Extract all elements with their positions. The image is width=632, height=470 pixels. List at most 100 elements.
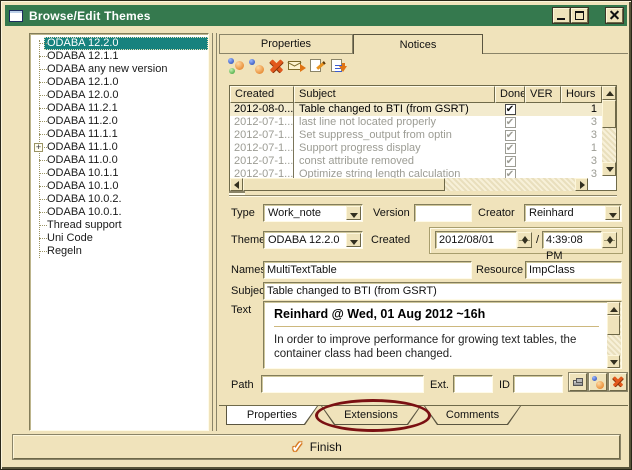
chevron-down-icon[interactable] <box>605 206 620 220</box>
tree-item[interactable]: ODABA 12.2.0 <box>44 37 208 50</box>
scroll-down-button[interactable] <box>607 355 620 368</box>
time-spinner[interactable] <box>602 232 617 248</box>
window-icon <box>9 10 23 22</box>
column-header-subject[interactable]: Subject <box>294 86 495 103</box>
table-row[interactable]: 2012-07-1... Set suppress_output from op… <box>230 129 602 142</box>
delete-note-button[interactable] <box>268 57 286 75</box>
tree-item[interactable]: +ODABA 11.1.0 <box>44 141 208 154</box>
tree-item[interactable]: ODABA 11.2.1 <box>44 102 208 115</box>
scroll-up-button[interactable] <box>602 86 616 100</box>
subject-field[interactable] <box>263 282 622 300</box>
tree-item[interactable]: ODABA 11.1.1 <box>44 128 208 141</box>
close-button[interactable] <box>606 8 623 23</box>
table-row[interactable]: 2012-07-1... const attribute removed ✔ 3 <box>230 155 602 168</box>
bottom-tab-comments[interactable]: Comments <box>424 406 521 425</box>
version-field[interactable] <box>414 204 472 222</box>
bottom-tab-extensions[interactable]: Extensions <box>321 406 421 425</box>
tree-item[interactable]: ODABA 11.0.0 <box>44 154 208 167</box>
clear-path-button[interactable] <box>609 373 627 391</box>
table-row[interactable]: 2012-07-1... last line not located prope… <box>230 116 602 129</box>
done-checkbox[interactable]: ✔ <box>505 117 516 128</box>
creator-combobox[interactable]: Reinhard <box>524 204 622 222</box>
add-note-button[interactable] <box>227 57 245 75</box>
path-label: Path <box>231 379 254 391</box>
link-node-icon <box>249 59 255 65</box>
scroll-left-button[interactable] <box>230 178 243 191</box>
table-row[interactable]: 2012-07-1... Optimize string length calc… <box>230 168 602 178</box>
created-time-field[interactable]: 4:39:08 PM <box>542 231 602 249</box>
theme-combobox[interactable]: ODABA 12.2.0 <box>263 231 363 249</box>
table-header: Created Subject Done VER Hours <box>230 86 602 103</box>
table-row[interactable]: 2012-07-1... Support progress display ✔ … <box>230 142 602 155</box>
open-path-button[interactable] <box>569 373 587 391</box>
finish-button[interactable]: ✓ Finish <box>13 435 620 459</box>
column-header-ver[interactable]: VER <box>525 86 561 103</box>
table-row[interactable]: 2012-08-0... Table changed to BTI (from … <box>230 103 602 116</box>
maximize-button[interactable] <box>571 8 588 23</box>
text-editor[interactable]: Reinhard @ Wed, 01 Aug 2012 ~16h In orde… <box>263 301 622 369</box>
tree-item[interactable]: ODABA 10.1.0 <box>44 180 208 193</box>
tree-item[interactable]: Thread support <box>44 219 208 232</box>
id-label: ID <box>499 379 510 391</box>
scrollbar-thumb[interactable] <box>602 100 616 128</box>
device-icon <box>573 380 583 386</box>
tree-item[interactable]: ODABA 12.1.1 <box>44 50 208 63</box>
type-combobox[interactable]: Work_note <box>263 204 363 222</box>
chevron-down-icon[interactable] <box>346 206 361 220</box>
chevron-down-icon[interactable] <box>346 233 361 247</box>
tab-notices[interactable]: Notices <box>353 34 483 54</box>
edit-note-button[interactable] <box>309 57 327 75</box>
scrollbar-thumb[interactable] <box>243 178 445 191</box>
export-note-button[interactable] <box>330 57 348 75</box>
scroll-down-button[interactable] <box>602 162 616 176</box>
tree-item[interactable]: ODABA 12.0.0 <box>44 89 208 102</box>
link-note-button[interactable] <box>248 57 266 75</box>
ext-field[interactable] <box>453 375 493 393</box>
maximize-icon <box>575 11 584 20</box>
date-time-separator: / <box>536 234 539 246</box>
resource-field[interactable] <box>525 261 622 279</box>
text-divider <box>274 326 599 327</box>
done-checkbox[interactable]: ✔ <box>505 169 516 178</box>
column-header-created[interactable]: Created <box>230 86 294 103</box>
tree-item[interactable]: Regeln <box>44 245 208 258</box>
table-horizontal-scrollbar[interactable] <box>230 178 588 191</box>
tree-item[interactable]: ODABA 11.2.0 <box>44 115 208 128</box>
scrollbar-thumb[interactable] <box>607 315 620 335</box>
path-field[interactable] <box>261 375 424 393</box>
done-checkbox[interactable]: ✔ <box>505 130 516 141</box>
tree-item[interactable]: ODABA 10.0.2. <box>44 193 208 206</box>
column-header-hours[interactable]: Hours <box>561 86 602 103</box>
scroll-up-button[interactable] <box>607 302 620 315</box>
column-header-done[interactable]: Done <box>495 86 525 103</box>
tree-item[interactable]: ODABA 10.0.1. <box>44 206 208 219</box>
tab-properties[interactable]: Properties <box>219 34 353 53</box>
browse-edit-themes-window: Browse/Edit Themes ODABA 12.2.0 ODABA 12… <box>0 0 632 470</box>
text-vertical-scrollbar[interactable] <box>607 302 621 368</box>
id-field[interactable] <box>513 375 563 393</box>
tree-item[interactable]: ODABA any new version <box>44 63 208 76</box>
send-note-button[interactable] <box>288 57 306 75</box>
panel-splitter[interactable] <box>212 33 217 431</box>
scroll-right-button[interactable] <box>575 178 588 191</box>
names-field[interactable] <box>263 261 472 279</box>
done-checkbox[interactable]: ✔ <box>505 143 516 154</box>
bottom-tab-properties[interactable]: Properties <box>226 406 318 425</box>
link-node-icon <box>592 376 597 381</box>
tree-item[interactable]: ODABA 10.1.1 <box>44 167 208 180</box>
names-label: Names <box>231 264 266 276</box>
creator-label: Creator <box>478 207 515 219</box>
done-checkbox[interactable]: ✔ <box>505 156 516 167</box>
created-date-field[interactable]: 2012/08/01 <box>435 231 517 249</box>
tree-item[interactable]: ODABA 12.1.0 <box>44 76 208 89</box>
text-label: Text <box>231 304 251 316</box>
link-path-button[interactable] <box>589 373 607 391</box>
minimize-button[interactable] <box>553 8 570 23</box>
tree-item[interactable]: Uni Code <box>44 232 208 245</box>
date-spinner[interactable] <box>517 232 532 248</box>
expand-icon[interactable]: + <box>34 143 43 152</box>
table-vertical-scrollbar[interactable] <box>602 86 616 176</box>
ext-label: Ext. <box>430 379 449 391</box>
add-node-icon <box>228 58 234 64</box>
done-checkbox[interactable]: ✔ <box>505 104 516 115</box>
